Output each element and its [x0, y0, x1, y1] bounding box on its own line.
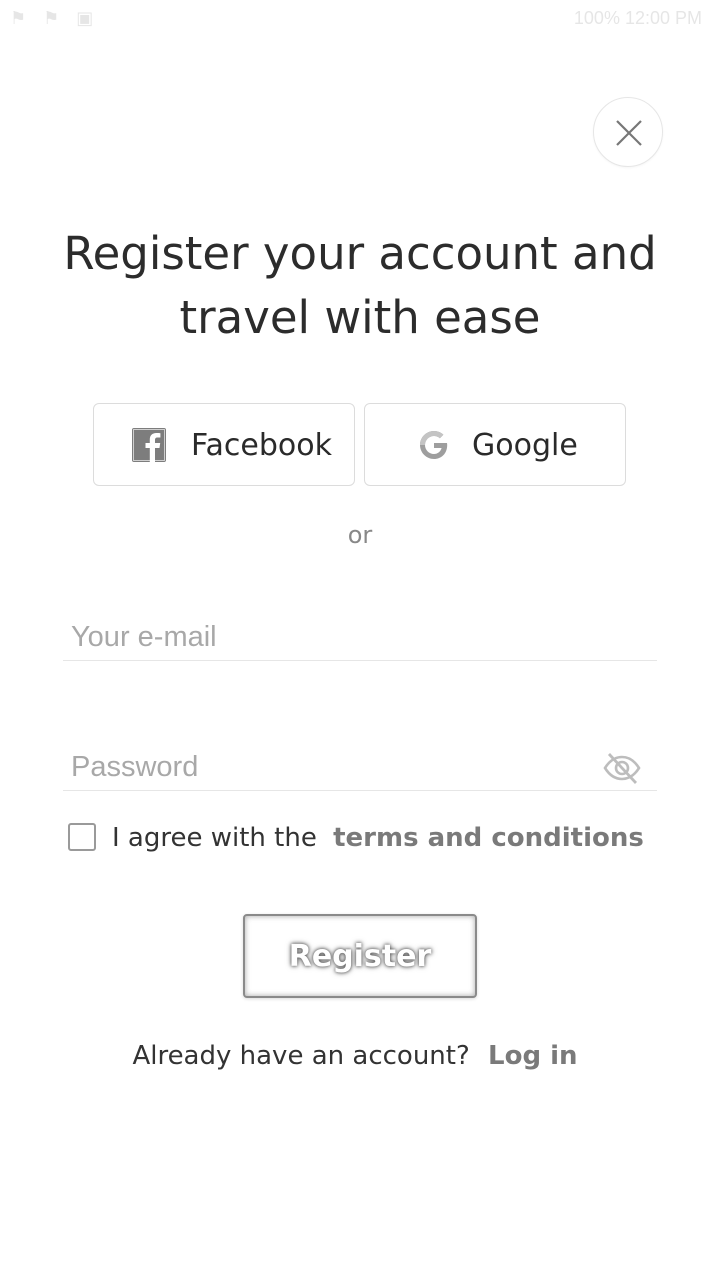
register-button[interactable]: Register: [243, 914, 477, 998]
title-line-2: travel with ease: [179, 291, 541, 344]
google-icon: [420, 431, 448, 459]
terms-checkbox[interactable]: [68, 823, 96, 851]
facebook-icon: [132, 428, 166, 462]
google-label: Google: [472, 428, 578, 463]
page-title: Register your account and travel with ea…: [40, 222, 680, 350]
facebook-button[interactable]: Facebook: [93, 403, 355, 486]
facebook-label: Facebook: [191, 428, 332, 463]
login-text: Already have an account?: [132, 1041, 470, 1071]
status-right-text: 100% 12:00 PM: [573, 8, 702, 28]
status-bar: ⚑ ⚑ ▣ 100% 12:00 PM: [0, 0, 720, 40]
agree-text: I agree with the: [112, 823, 317, 853]
terms-agreement: I agree with the terms and conditions: [112, 820, 644, 856]
password-field[interactable]: [63, 745, 657, 791]
email-field[interactable]: [63, 615, 657, 661]
terms-link[interactable]: terms and conditions: [333, 823, 644, 853]
login-prompt: Already have an account? Log in: [0, 1038, 710, 1074]
status-icons: ⚑ ⚑ ▣: [10, 8, 100, 28]
or-divider-text: or: [347, 521, 373, 549]
title-line-1: Register your account and: [63, 227, 657, 280]
close-button[interactable]: [593, 97, 663, 167]
close-icon: [616, 120, 642, 146]
eye-off-icon[interactable]: [602, 750, 642, 786]
login-link[interactable]: Log in: [488, 1041, 578, 1071]
google-button[interactable]: Google: [364, 403, 626, 486]
